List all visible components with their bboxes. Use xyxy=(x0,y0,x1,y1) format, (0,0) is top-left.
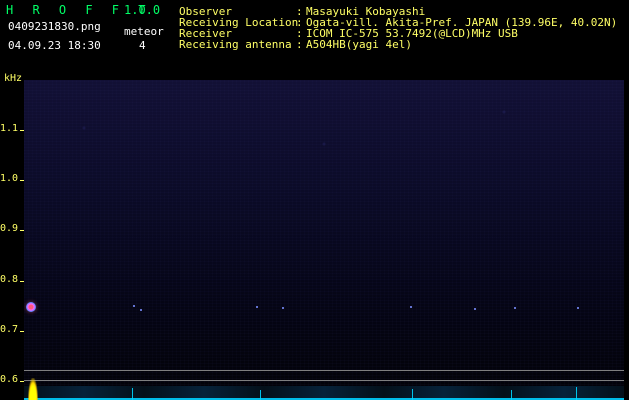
signal-strength-strip xyxy=(24,378,624,400)
y-axis-unit: kHz xyxy=(4,73,23,84)
reference-line xyxy=(24,380,624,381)
signal-spike xyxy=(576,387,577,400)
antenna-separator: : xyxy=(296,38,303,51)
meteor-count: 4 xyxy=(139,39,146,52)
y-axis-tick-label: 0.8 xyxy=(0,274,19,285)
meteor-label: meteor xyxy=(124,25,164,38)
y-axis-tick-label: 1.0 xyxy=(0,173,19,184)
signal-trace xyxy=(474,308,476,310)
signal-trace xyxy=(140,309,142,311)
signal-trace xyxy=(410,306,412,308)
antenna-value: A504HB(yagi 4el) xyxy=(306,38,412,51)
app-version: 1.0.0 xyxy=(124,3,161,17)
signal-spike xyxy=(511,390,512,400)
signal-trace xyxy=(577,307,579,309)
signal-spike xyxy=(412,389,413,400)
y-axis-tick-label: 0.7 xyxy=(0,324,19,335)
yellow-peak-icon xyxy=(28,378,38,400)
signal-spike xyxy=(260,390,261,400)
spectrogram-plot xyxy=(24,80,624,400)
y-axis-tick-label: 1.1 xyxy=(0,123,19,134)
signal-trace xyxy=(282,307,284,309)
reference-line xyxy=(24,370,624,371)
meteor-echo-icon xyxy=(26,302,36,312)
spectrogram-noise xyxy=(24,80,624,400)
timestamp: 04.09.23 18:30 xyxy=(8,39,101,52)
y-axis-tick-label: 0.9 xyxy=(0,223,19,234)
signal-trace xyxy=(133,305,135,307)
signal-trace xyxy=(256,306,258,308)
antenna-label: Receiving antenna xyxy=(179,38,292,51)
signal-trace xyxy=(514,307,516,309)
y-axis-tick-label: 0.6 xyxy=(0,374,19,385)
file-name: 0409231830.png xyxy=(8,20,101,33)
signal-spike xyxy=(132,388,133,400)
